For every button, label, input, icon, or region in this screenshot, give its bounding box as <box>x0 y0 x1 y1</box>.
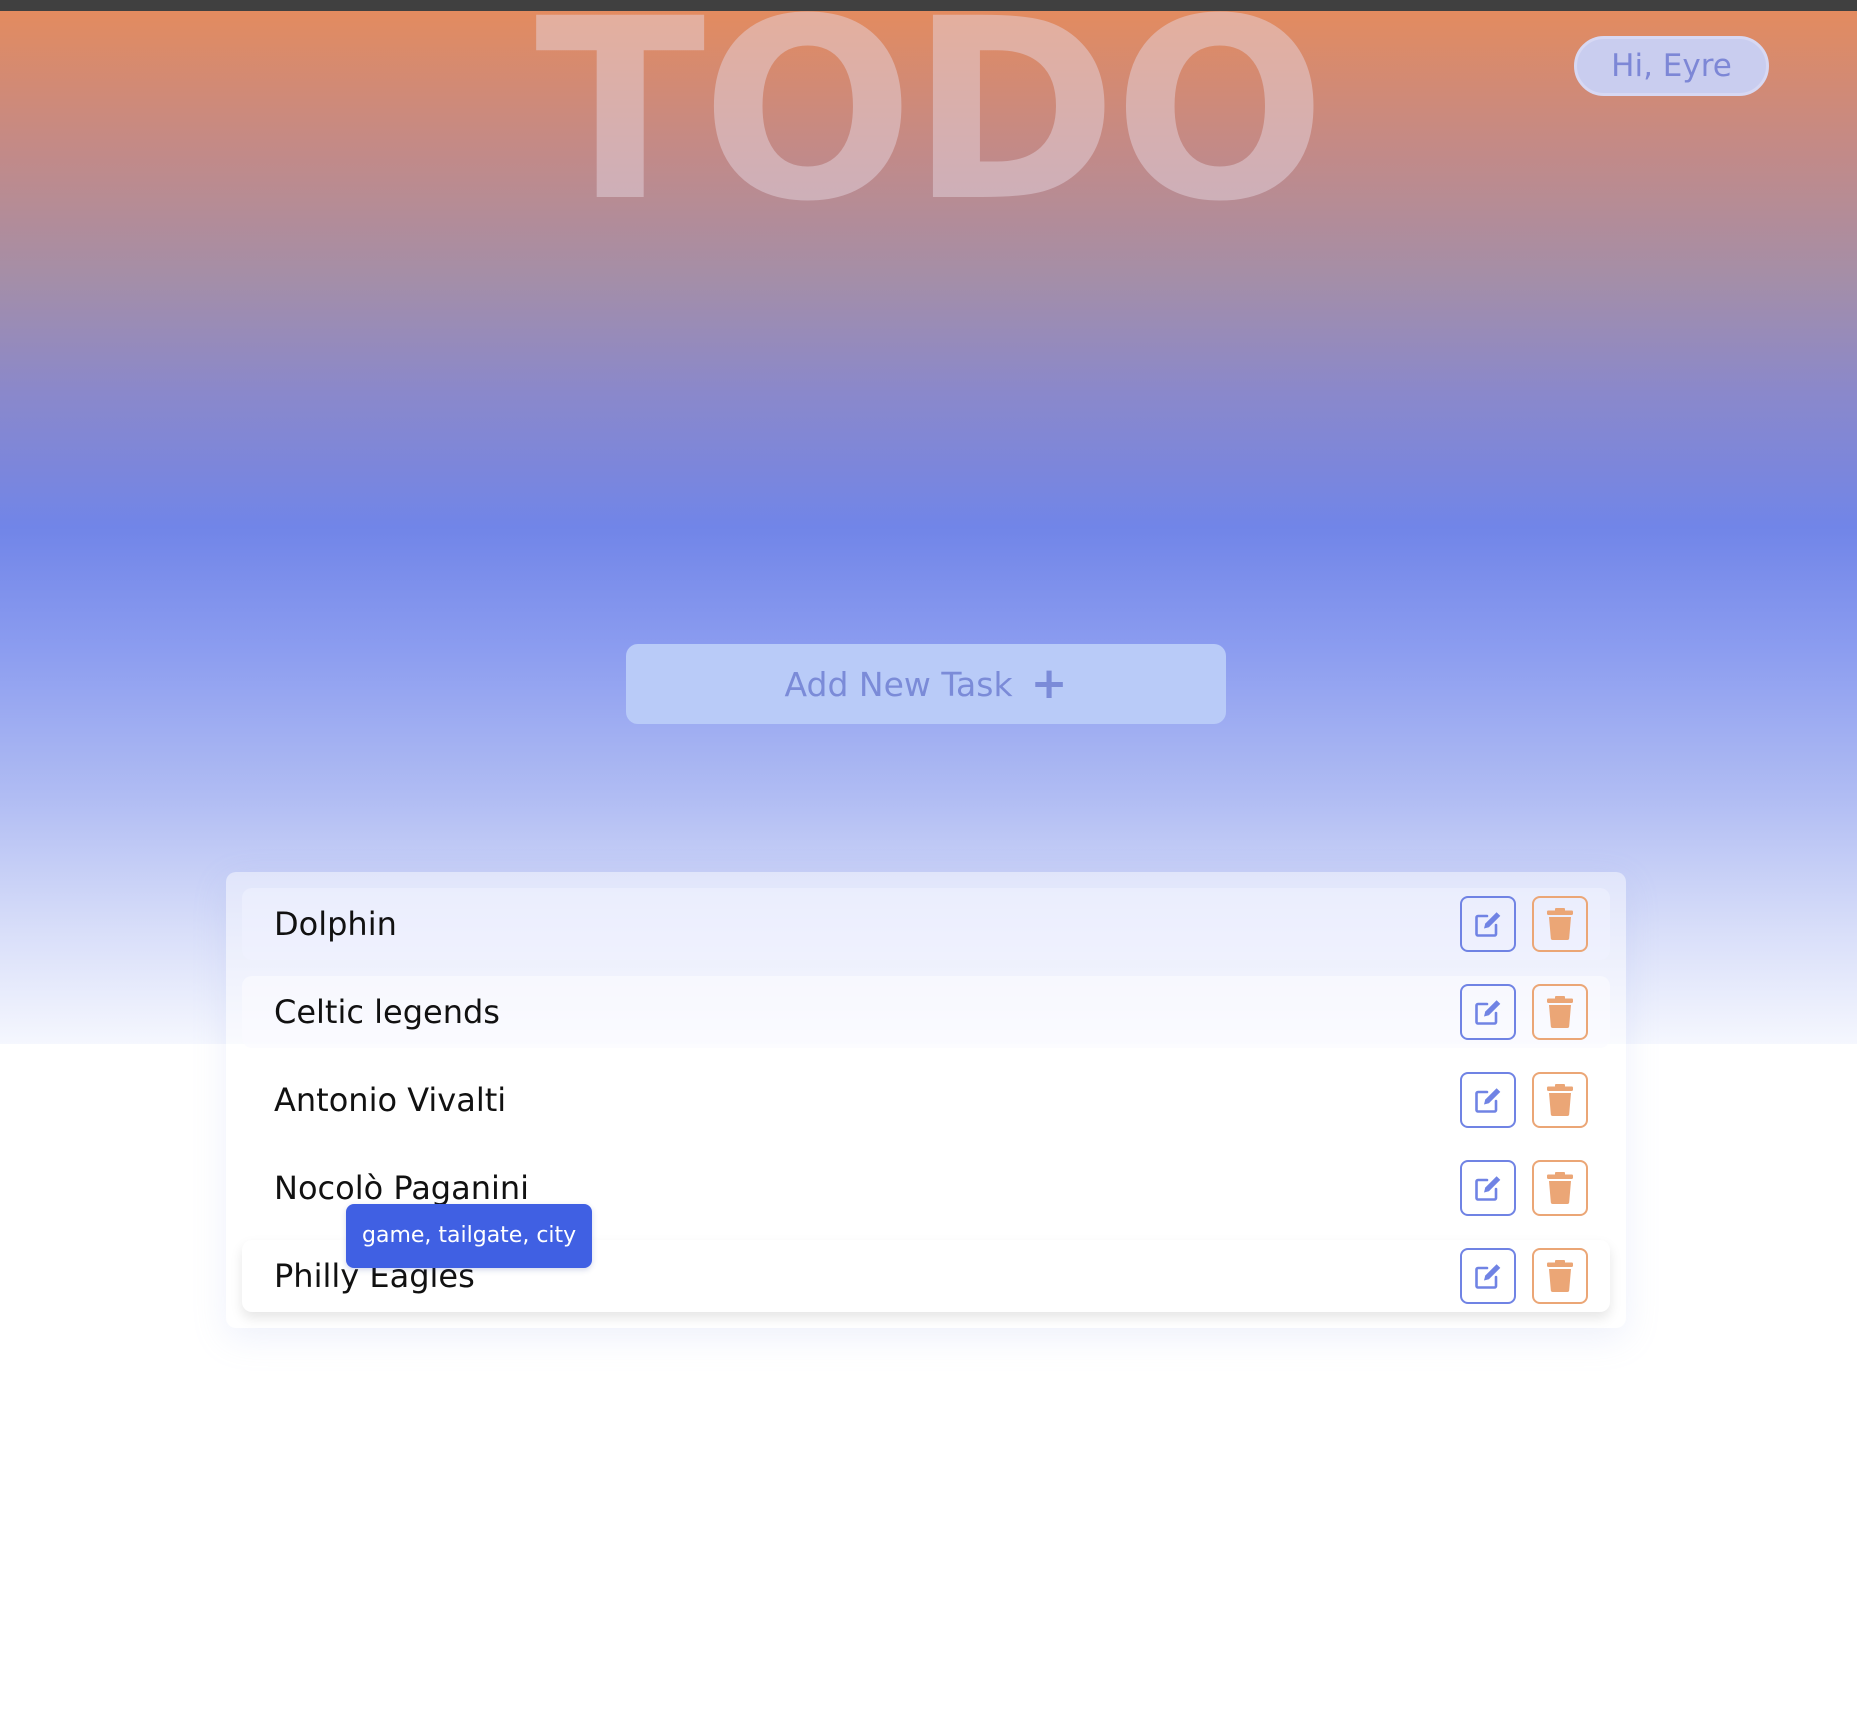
task-row[interactable]: Antonio Vivalti <box>242 1064 1610 1136</box>
delete-button[interactable] <box>1532 1072 1588 1128</box>
trash-icon <box>1547 1172 1573 1204</box>
task-title: Celtic legends <box>274 993 500 1031</box>
edit-icon <box>1475 912 1501 937</box>
edit-button[interactable] <box>1460 1072 1516 1128</box>
edit-icon <box>1475 1264 1501 1289</box>
add-task-label: Add New Task <box>784 664 1013 704</box>
trash-icon <box>1547 908 1573 940</box>
task-title: Antonio Vivalti <box>274 1081 507 1119</box>
trash-icon <box>1547 1260 1573 1292</box>
user-greeting-text: Hi, Eyre <box>1611 48 1732 84</box>
task-row[interactable]: Dolphin <box>242 888 1610 960</box>
delete-button[interactable] <box>1532 1160 1588 1216</box>
edit-icon <box>1475 1176 1501 1201</box>
trash-icon <box>1547 1084 1573 1116</box>
edit-button[interactable] <box>1460 984 1516 1040</box>
delete-button[interactable] <box>1532 896 1588 952</box>
task-tags-tooltip: game, tailgate, city <box>346 1204 593 1268</box>
delete-button[interactable] <box>1532 1248 1588 1304</box>
delete-button[interactable] <box>1532 984 1588 1040</box>
user-greeting-badge[interactable]: Hi, Eyre <box>1574 36 1769 96</box>
plus-icon: + <box>1030 658 1068 709</box>
edit-button[interactable] <box>1460 1248 1516 1304</box>
app-logo: TODO <box>534 0 1326 256</box>
edit-button[interactable] <box>1460 1160 1516 1216</box>
trash-icon <box>1547 996 1573 1028</box>
task-title: Dolphin <box>274 905 397 943</box>
edit-icon <box>1475 1000 1501 1025</box>
edit-button[interactable] <box>1460 896 1516 952</box>
task-row[interactable]: Celtic legends <box>242 976 1610 1048</box>
edit-icon <box>1475 1088 1501 1113</box>
add-task-button[interactable]: Add New Task + <box>626 644 1226 724</box>
